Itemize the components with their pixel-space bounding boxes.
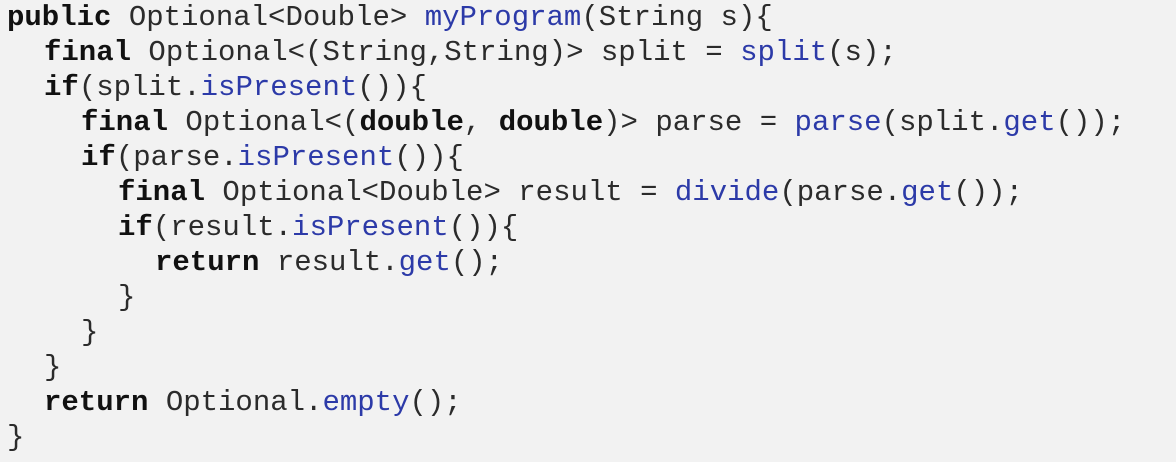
- keyword-token: final: [44, 36, 132, 69]
- method-token: parse: [794, 106, 882, 139]
- keyword-token: final: [81, 106, 169, 139]
- code-token: (result.: [152, 211, 293, 244]
- method-token: divide: [674, 176, 780, 209]
- code-token: )> parse =: [603, 106, 795, 139]
- method-token: split: [740, 36, 828, 69]
- code-line-10: }: [81, 315, 98, 350]
- code-token: Optional.: [148, 386, 323, 419]
- method-token: isPresent: [292, 211, 449, 244]
- code-token: (String s){: [581, 1, 773, 34]
- code-token: ()){: [448, 211, 519, 244]
- code-token: }: [44, 351, 62, 384]
- keyword-token: public: [7, 1, 112, 34]
- code-line-13: }: [7, 420, 24, 455]
- code-line-4: final Optional<(double, double)> parse =…: [81, 105, 1125, 140]
- code-line-11: }: [44, 350, 61, 385]
- code-line-3: if(split.isPresent()){: [44, 70, 427, 105]
- keyword-token: if: [118, 211, 153, 244]
- code-token: (s);: [827, 36, 897, 69]
- code-token: Optional<(: [168, 106, 360, 139]
- code-token: (split.: [78, 71, 201, 104]
- code-line-1: public Optional<Double> myProgram(String…: [7, 0, 773, 35]
- code-token: ()){: [357, 71, 427, 104]
- keyword-token: double: [498, 106, 604, 139]
- method-token: get: [1003, 106, 1056, 139]
- code-line-8: return result.get();: [155, 245, 503, 280]
- method-token: get: [398, 246, 451, 279]
- code-line-2: final Optional<(String,String)> split = …: [44, 35, 897, 70]
- code-line-9: }: [118, 280, 135, 315]
- code-token: (parse.: [115, 141, 238, 174]
- code-token: ());: [1055, 106, 1126, 139]
- code-line-5: if(parse.isPresent()){: [81, 140, 464, 175]
- code-token: (split.: [881, 106, 1004, 139]
- code-token: Optional<Double> result =: [205, 176, 675, 209]
- code-token: result.: [259, 246, 399, 279]
- keyword-token: if: [44, 71, 79, 104]
- code-line-6: final Optional<Double> result = divide(p…: [118, 175, 1023, 210]
- method-token: empty: [322, 386, 410, 419]
- code-token: }: [7, 421, 25, 454]
- code-token: ,: [463, 106, 499, 139]
- method-token: get: [901, 176, 954, 209]
- code-snippet: public Optional<Double> myProgram(String…: [0, 0, 1176, 462]
- code-token: Optional<Double>: [111, 1, 425, 34]
- code-token: }: [81, 316, 99, 349]
- keyword-token: if: [81, 141, 116, 174]
- code-token: ()){: [394, 141, 464, 174]
- code-token: ();: [450, 246, 504, 279]
- code-token: ();: [409, 386, 462, 419]
- keyword-token: double: [359, 106, 464, 139]
- code-token: Optional<(String,String)> split =: [131, 36, 741, 69]
- method-token: myProgram: [424, 1, 582, 34]
- keyword-token: final: [118, 176, 206, 209]
- code-token: }: [118, 281, 136, 314]
- keyword-token: return: [155, 246, 260, 279]
- code-line-7: if(result.isPresent()){: [118, 210, 518, 245]
- method-token: isPresent: [200, 71, 358, 104]
- method-token: isPresent: [237, 141, 395, 174]
- keyword-token: return: [44, 386, 149, 419]
- code-token: ());: [953, 176, 1023, 209]
- code-token: (parse.: [779, 176, 902, 209]
- code-line-12: return Optional.empty();: [44, 385, 462, 420]
